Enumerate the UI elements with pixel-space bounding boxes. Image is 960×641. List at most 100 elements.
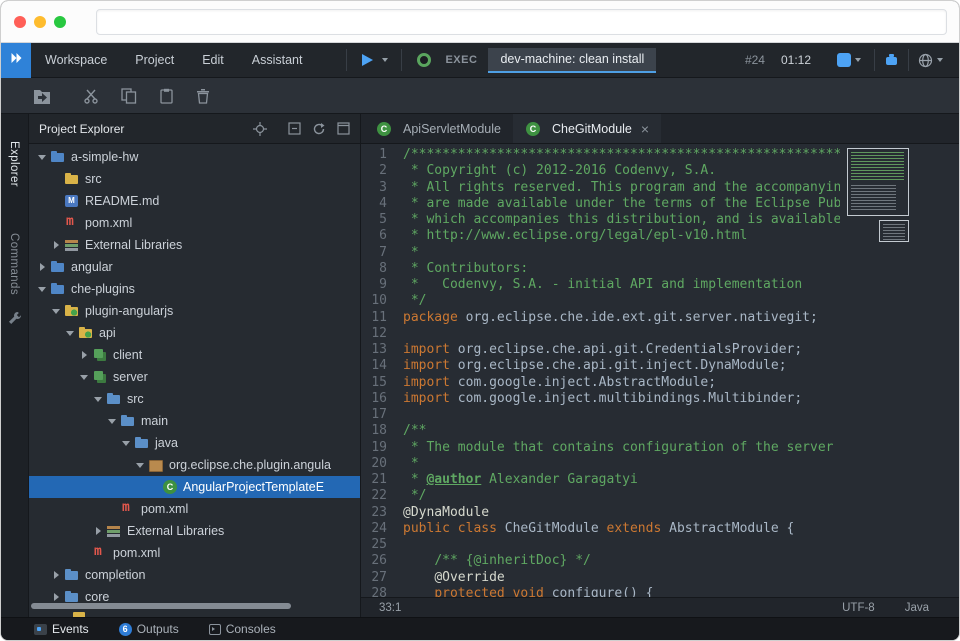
line-number[interactable]: 13 bbox=[361, 342, 387, 358]
tree-item[interactable]: angular bbox=[29, 256, 360, 278]
chevron-open-icon[interactable] bbox=[135, 460, 146, 471]
code-line[interactable]: */ bbox=[403, 488, 840, 504]
tree-item[interactable]: src bbox=[29, 168, 360, 190]
tree-item[interactable]: completion bbox=[29, 564, 360, 586]
url-bar[interactable] bbox=[96, 8, 947, 35]
code-line[interactable]: * Codenvy, S.A. - initial API and implem… bbox=[403, 277, 840, 293]
line-number[interactable]: 4 bbox=[361, 196, 387, 212]
line-number[interactable]: 16 bbox=[361, 391, 387, 407]
line-number[interactable]: 5 bbox=[361, 212, 387, 228]
close-tab-icon[interactable]: × bbox=[641, 122, 649, 136]
import-project-icon[interactable] bbox=[33, 88, 51, 104]
strip-tab-commands[interactable]: Commands bbox=[8, 233, 20, 295]
code-line[interactable]: /***************************************… bbox=[403, 147, 840, 163]
chevron-closed-icon[interactable] bbox=[51, 592, 62, 603]
line-number[interactable]: 28 bbox=[361, 586, 387, 597]
globe-dropdown-caret[interactable] bbox=[937, 58, 943, 62]
line-number[interactable]: 25 bbox=[361, 537, 387, 553]
scrollbar-thumb[interactable] bbox=[31, 603, 291, 609]
chevron-open-icon[interactable] bbox=[65, 328, 76, 339]
code-line[interactable]: * Contributors: bbox=[403, 261, 840, 277]
line-number[interactable]: 27 bbox=[361, 570, 387, 586]
line-number[interactable]: 10 bbox=[361, 293, 387, 309]
code-line[interactable]: public class CheGitModule extends Abstra… bbox=[403, 521, 840, 537]
machine-perspective-icon[interactable] bbox=[837, 53, 851, 67]
line-number[interactable]: 14 bbox=[361, 358, 387, 374]
tree-item[interactable]: plugin-angularjs bbox=[29, 300, 360, 322]
line-number[interactable]: 8 bbox=[361, 261, 387, 277]
debug-icon[interactable] bbox=[884, 53, 899, 67]
line-number[interactable]: 1 bbox=[361, 147, 387, 163]
tree-item[interactable]: client bbox=[29, 344, 360, 366]
che-menu-button[interactable] bbox=[1, 42, 31, 78]
line-number[interactable]: 9 bbox=[361, 277, 387, 293]
code-line[interactable]: * which accompanies this distribution, a… bbox=[403, 212, 840, 228]
close-window-button[interactable] bbox=[14, 15, 26, 28]
tree-item[interactable]: che-plugins bbox=[29, 278, 360, 300]
minimize-window-button[interactable] bbox=[34, 15, 46, 28]
command-selector[interactable]: dev-machine: clean install bbox=[488, 47, 657, 73]
tree-item[interactable]: AngularProjectTemplateE bbox=[29, 476, 360, 498]
menu-project[interactable]: Project bbox=[121, 43, 188, 77]
line-number[interactable]: 23 bbox=[361, 505, 387, 521]
overview-box[interactable] bbox=[879, 220, 909, 242]
chevron-open-icon[interactable] bbox=[107, 416, 118, 427]
delete-icon[interactable] bbox=[196, 88, 210, 104]
line-number[interactable]: 11 bbox=[361, 310, 387, 326]
code-line[interactable]: * bbox=[403, 245, 840, 261]
globe-icon[interactable] bbox=[918, 53, 933, 68]
line-number[interactable]: 15 bbox=[361, 375, 387, 391]
code-line[interactable]: @Override bbox=[403, 570, 840, 586]
chevron-open-icon[interactable] bbox=[37, 152, 48, 163]
wrench-icon[interactable] bbox=[8, 311, 22, 329]
code-line[interactable]: import com.google.inject.multibindings.M… bbox=[403, 391, 840, 407]
run-button[interactable] bbox=[362, 54, 374, 66]
line-number[interactable]: 21 bbox=[361, 472, 387, 488]
tab-apiservletmodule[interactable]: ApiServletModule bbox=[364, 114, 513, 143]
line-number[interactable]: 6 bbox=[361, 228, 387, 244]
chevron-open-icon[interactable] bbox=[37, 284, 48, 295]
refresh-icon[interactable] bbox=[312, 122, 326, 136]
line-number[interactable]: 26 bbox=[361, 553, 387, 569]
link-with-editor-icon[interactable] bbox=[253, 121, 267, 136]
tree-item[interactable]: pom.xml bbox=[29, 498, 360, 520]
tree-item[interactable]: External Libraries bbox=[29, 234, 360, 256]
tree-item[interactable]: org.eclipse.che.plugin.angula bbox=[29, 454, 360, 476]
line-number[interactable]: 17 bbox=[361, 407, 387, 423]
code-line[interactable]: import org.eclipse.che.api.git.inject.Dy… bbox=[403, 358, 840, 374]
minimap[interactable] bbox=[847, 148, 909, 216]
line-number[interactable]: 24 bbox=[361, 521, 387, 537]
code-line[interactable]: * Copyright (c) 2012-2016 Codenvy, S.A. bbox=[403, 163, 840, 179]
menu-edit[interactable]: Edit bbox=[188, 43, 238, 77]
code-line[interactable]: * The module that contains configuration… bbox=[403, 440, 840, 456]
tree-item[interactable]: pom.xml bbox=[29, 542, 360, 564]
tree-item[interactable]: pom.xml bbox=[29, 212, 360, 234]
clipped-tree-item[interactable] bbox=[73, 612, 85, 617]
chevron-closed-icon[interactable] bbox=[51, 240, 62, 251]
copy-icon[interactable] bbox=[121, 87, 137, 104]
code-line[interactable] bbox=[403, 537, 840, 553]
code-line[interactable]: */ bbox=[403, 293, 840, 309]
tab-consoles[interactable]: Consoles bbox=[208, 622, 276, 636]
tab-outputs[interactable]: 6 Outputs bbox=[118, 622, 179, 636]
chevron-open-icon[interactable] bbox=[93, 394, 104, 405]
code-line[interactable] bbox=[403, 326, 840, 342]
code-line[interactable] bbox=[403, 407, 840, 423]
chevron-closed-icon[interactable] bbox=[37, 262, 48, 273]
machine-perspective-caret[interactable] bbox=[855, 58, 861, 62]
code-line[interactable]: import com.google.inject.AbstractModule; bbox=[403, 375, 840, 391]
tree-item[interactable]: main bbox=[29, 410, 360, 432]
code-line[interactable]: import org.eclipse.che.api.git.Credentia… bbox=[403, 342, 840, 358]
chevron-closed-icon[interactable] bbox=[79, 350, 90, 361]
line-number[interactable]: 3 bbox=[361, 180, 387, 196]
tab-events[interactable]: Events bbox=[34, 622, 89, 636]
chevron-closed-icon[interactable] bbox=[51, 570, 62, 581]
line-number[interactable]: 20 bbox=[361, 456, 387, 472]
maximize-icon[interactable] bbox=[337, 122, 350, 135]
line-number[interactable]: 22 bbox=[361, 488, 387, 504]
chevron-closed-icon[interactable] bbox=[93, 526, 104, 537]
chevron-open-icon[interactable] bbox=[51, 306, 62, 317]
code-line[interactable]: @DynaModule bbox=[403, 505, 840, 521]
cut-icon[interactable] bbox=[83, 88, 99, 104]
tree-item[interactable]: server bbox=[29, 366, 360, 388]
